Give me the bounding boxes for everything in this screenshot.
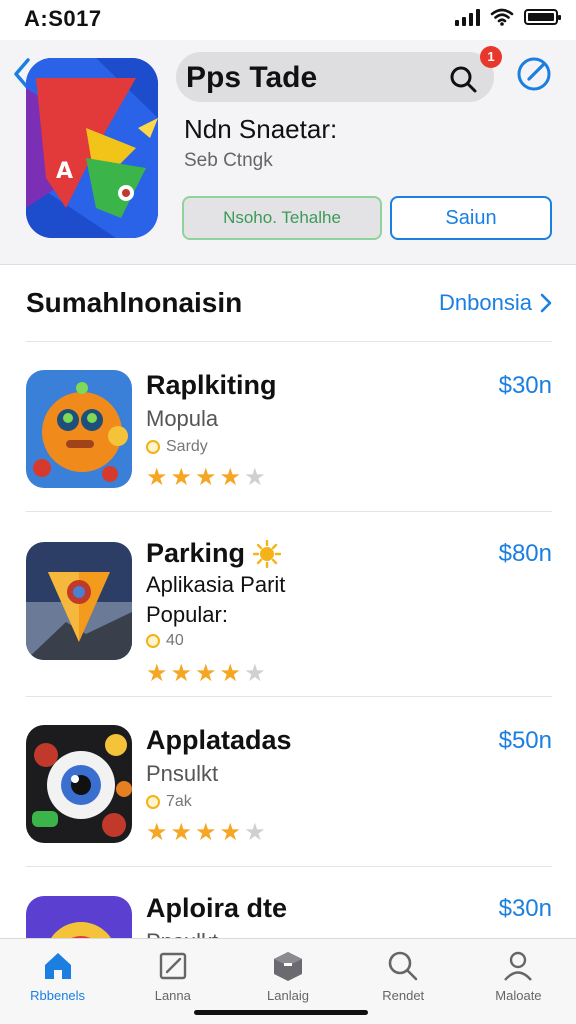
app-list-item[interactable]: Raplkiting Mopula Sardy ★ ★ ★ ★ ★ $30n (0, 370, 576, 520)
app-list-item[interactable]: Parking Aplikasia Parit Popular: 40 ★ ★ ★ ★… (0, 538, 576, 688)
app-subtitle: Pnsulkt (146, 929, 218, 938)
tab-label: Rbbenels (30, 988, 86, 1003)
star-filled-icon: ★ (146, 660, 168, 687)
secondary-action-button[interactable]: Saiun (390, 196, 552, 240)
star-empty-icon: ★ (244, 819, 266, 846)
see-all-link[interactable]: Dnbonsia (439, 290, 552, 316)
divider (26, 341, 552, 342)
star-filled-icon: ★ (219, 464, 242, 491)
app-title-wrap: Parking (146, 538, 282, 569)
star-filled-icon: ★ (195, 464, 217, 491)
star-filled-icon: ★ (195, 660, 217, 687)
app-list-item[interactable]: Aploira dte Pnsulkt $30n (0, 893, 576, 938)
coin-icon (146, 634, 160, 648)
featured-app-subtitle: Seb Ctngk (184, 150, 273, 171)
app-icon (26, 896, 132, 938)
app-subtitle: Pnsulkt (146, 761, 219, 786)
cellular-signal-icon (455, 8, 480, 26)
star-rating: ★ ★ ★ ★ ★ (146, 466, 266, 490)
section-title: Sumahlnonaisin (26, 287, 243, 318)
tab-profile[interactable]: Maloate (461, 939, 576, 1024)
featured-app-name: Ndn Snaetar: (184, 114, 338, 144)
app-meta-text: 7ak (166, 793, 192, 810)
divider (26, 511, 552, 512)
star-empty-icon: ★ (244, 464, 266, 491)
price-button[interactable]: $50n (499, 727, 552, 755)
home-indicator (194, 1010, 368, 1015)
notification-badge: 1 (480, 46, 502, 68)
edit-icon (159, 952, 186, 980)
app-subtitle: Mopula (146, 406, 219, 431)
star-filled-icon: ★ (219, 819, 242, 846)
price-button[interactable]: $80n (499, 540, 552, 568)
star-filled-icon: ★ (146, 464, 168, 491)
status-time: A:S017 (24, 6, 102, 31)
star-filled-icon: ★ (170, 464, 193, 491)
star-filled-icon: ★ (195, 819, 217, 846)
tab-label: Lanna (154, 988, 191, 1003)
home-icon (44, 953, 71, 979)
tab-label: Rendet (382, 988, 425, 1003)
person-icon (504, 951, 533, 981)
search-icon[interactable] (448, 64, 478, 94)
divider (26, 866, 552, 867)
see-all-label: Dnbonsia (439, 290, 532, 315)
app-subtitle: Aplikasia Parit (146, 572, 286, 597)
app-meta-text: Sardy (166, 438, 208, 455)
app-subtitle-2: Popular: (146, 602, 228, 627)
star-rating: ★ ★ ★ ★ ★ (146, 662, 266, 686)
star-filled-icon: ★ (170, 819, 193, 846)
wifi-icon (490, 8, 514, 26)
svg-text:A: A (56, 159, 73, 184)
chevron-right-icon (540, 293, 552, 313)
search-icon (388, 951, 418, 981)
tab-label: Maloate (495, 988, 542, 1003)
star-filled-icon: ★ (219, 660, 242, 687)
compose-icon[interactable] (516, 56, 552, 92)
divider (26, 696, 552, 697)
app-list-item[interactable]: Applatadas Pnsulkt 7ak ★ ★ ★ ★ ★ $50n (0, 725, 576, 875)
featured-app-icon[interactable]: A (26, 58, 158, 238)
tab-label: Lanlaig (267, 988, 309, 1003)
app-meta-text: 40 (166, 632, 184, 649)
battery-icon (524, 9, 561, 25)
sun-icon (253, 539, 282, 568)
status-bar: A:S017 (0, 0, 576, 40)
tab-home[interactable]: Rbbenels (0, 939, 115, 1024)
star-filled-icon: ★ (170, 660, 193, 687)
app-icon (26, 725, 132, 843)
status-icons (455, 8, 561, 26)
star-filled-icon: ★ (146, 819, 168, 846)
app-icon (26, 370, 132, 488)
app-title: Parking (146, 538, 246, 568)
star-empty-icon: ★ (244, 660, 266, 687)
app-meta: Sardy (146, 438, 208, 456)
app-title: Applatadas (146, 725, 292, 755)
app-meta: 7ak (146, 793, 192, 811)
coin-icon (146, 440, 160, 454)
price-button[interactable]: $30n (499, 895, 552, 923)
search-bar[interactable]: Pps Tade 1 (176, 46, 502, 102)
app-title: Aploira dte (146, 893, 288, 923)
search-bar-title: Pps Tade (186, 61, 318, 94)
coin-icon (146, 795, 160, 809)
primary-action-button[interactable]: Nsoho. Tehalhe (182, 196, 382, 240)
app-icon (26, 542, 132, 660)
star-rating: ★ ★ ★ ★ ★ (146, 821, 266, 845)
app-meta: 40 (146, 632, 184, 650)
price-button[interactable]: $30n (499, 372, 552, 400)
app-title: Raplkiting (146, 370, 277, 400)
box-icon (274, 952, 302, 981)
